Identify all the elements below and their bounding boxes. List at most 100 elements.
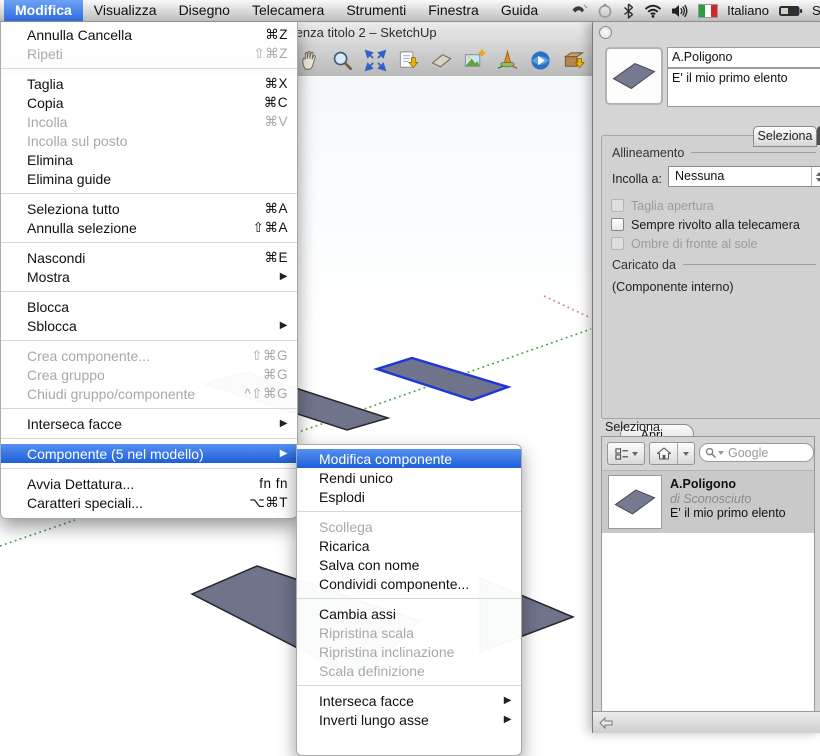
search-input[interactable] [726,445,800,461]
checkbox [611,218,624,231]
menu-separator [1,193,297,194]
window-title: Senza titolo 2 – SketchUp [287,25,437,40]
internal-component-label: (Componente interno) [612,280,734,294]
menu-separator [1,340,297,341]
menu-separator [297,511,521,512]
menu-item[interactable]: Nascondi⌘E [1,248,297,267]
stepper-arrows-icon[interactable] [811,167,820,186]
menu-item[interactable]: Componente (5 nel modello)▶ [1,444,297,463]
glue-to-dropdown[interactable]: Nessuna [668,166,820,187]
red-axis-dotted-line [544,296,591,318]
menubar-menu[interactable]: Telecamera [241,0,335,21]
menu-item[interactable]: Inverti lungo asse▶ [297,710,521,729]
get-models-icon[interactable] [560,47,586,73]
menubar-menu[interactable]: Modifica [4,0,83,21]
list-view-icon [615,447,629,461]
back-icon[interactable] [599,717,613,729]
macos-menubar: ModificaVisualizzaDisegnoTelecameraStrum… [0,0,820,22]
italian-flag-icon[interactable] [698,4,718,18]
menu-item[interactable]: Elimina [1,150,297,169]
menubar-status: Italiano S [571,0,820,21]
menu-item: Ripristina scala [297,623,521,642]
battery-icon[interactable] [778,4,803,18]
language-label[interactable]: Italiano [727,3,769,18]
position-camera-icon[interactable] [494,47,520,73]
glue-to-label: Incolla a: [612,172,662,186]
menubar-menu[interactable]: Finestra [417,0,490,21]
menu-item[interactable]: Interseca facce▶ [297,691,521,710]
option-checkbox-row: Ombre di fronte al sole [608,234,820,253]
view-options-button[interactable] [607,442,645,465]
time-machine-icon[interactable] [597,3,613,19]
options-checkbox-group: Taglia aperturaSempre rivolto alla telec… [608,196,820,253]
menu-item: Incolla⌘V [1,112,297,131]
alignment-groupbox: Allineamento Incolla a: Nessuna Taglia a… [601,135,820,419]
menu-item: Ripeti⇧⌘Z [1,44,297,63]
option-checkbox-row: Taglia apertura [608,196,820,215]
menu-separator [1,68,297,69]
home-button[interactable] [649,442,695,465]
menu-item[interactable]: Taglia⌘X [1,74,297,93]
alignment-label: Allineamento [612,146,684,160]
menu-item[interactable]: Caratteri speciali...⌥⌘T [1,493,297,512]
home-menu-arrow[interactable] [678,443,694,464]
component-thumbnail [605,47,663,105]
component-browser: A.Poligono di Sconosciuto E' il mio prim… [601,436,815,712]
volume-icon[interactable] [671,3,689,19]
component-name-field[interactable]: A.Poligono [667,47,820,68]
menu-item[interactable]: Seleziona tutto⌘A [1,199,297,218]
menu-item[interactable]: Esplodi [297,487,521,506]
phone-icon[interactable] [571,3,588,18]
menubar-menus: ModificaVisualizzaDisegnoTelecameraStrum… [0,0,549,21]
component-description-field[interactable]: E' il mio primo elento [667,68,820,107]
menu-item[interactable]: Annulla selezione⇧⌘A [1,218,297,237]
menu-item[interactable]: Copia⌘C [1,93,297,112]
select-section-label: Seleziona [605,420,660,434]
close-icon[interactable] [599,26,612,39]
menu-item[interactable]: Avvia Dettatura...fn fn [1,474,297,493]
zoom-icon[interactable] [329,47,355,73]
previous-view-icon[interactable] [395,47,421,73]
checkbox [611,237,624,250]
google-earth-icon[interactable] [527,47,553,73]
sketchup-toolbar [296,47,586,73]
zoom-extents-icon[interactable] [362,47,388,73]
menu-item[interactable]: Blocca [1,297,297,316]
bluetooth-icon[interactable] [622,3,635,19]
add-location-icon[interactable] [461,47,487,73]
component-list-item[interactable]: A.Poligono di Sconosciuto E' il mio prim… [602,471,814,533]
menubar-menu[interactable]: Disegno [168,0,241,21]
menu-item[interactable]: Mostra▶ [1,267,297,286]
menu-item: Ripristina inclinazione [297,642,521,661]
browser-toolbar [602,437,814,471]
pan-hand-icon[interactable] [296,47,322,73]
menubar-menu[interactable]: Strumenti [335,0,417,21]
home-icon[interactable] [651,443,678,464]
tab-seleziona[interactable]: Seleziona [753,126,817,147]
menu-item[interactable]: Sblocca▶ [1,316,297,335]
wifi-icon[interactable] [644,3,662,18]
menu-item[interactable]: Condividi componente... [297,574,521,593]
menubar-overflow-text: S [812,3,820,18]
menu-item: Incolla sul posto [1,131,297,150]
menu-item[interactable]: Elimina guide [1,169,297,188]
menu-separator [1,468,297,469]
menu-item[interactable]: Interseca facce▶ [1,414,297,433]
selected-component-face [377,358,508,400]
menubar-menu[interactable]: Guida [490,0,549,21]
menu-item[interactable]: Cambia assi [297,604,521,623]
menu-item[interactable]: Ricarica [297,536,521,555]
menubar-menu[interactable]: Visualizza [83,0,168,21]
menu-item: Scala definizione [297,661,521,680]
component-thumbnail [608,475,662,529]
menu-item: Scollega [297,517,521,536]
option-checkbox-row[interactable]: Sempre rivolto alla telecamera [608,215,820,234]
menu-item[interactable]: Annulla Cancella⌘Z [1,25,297,44]
menu-item[interactable]: Modifica componente [297,449,521,468]
search-field[interactable] [699,443,814,462]
menu-item[interactable]: Salva con nome [297,555,521,574]
divider [691,151,816,153]
edit-menu: Annulla Cancella⌘ZRipeti⇧⌘Z Taglia⌘XCopia… [0,21,298,519]
face-icon[interactable] [428,47,454,73]
menu-item[interactable]: Rendi unico [297,468,521,487]
